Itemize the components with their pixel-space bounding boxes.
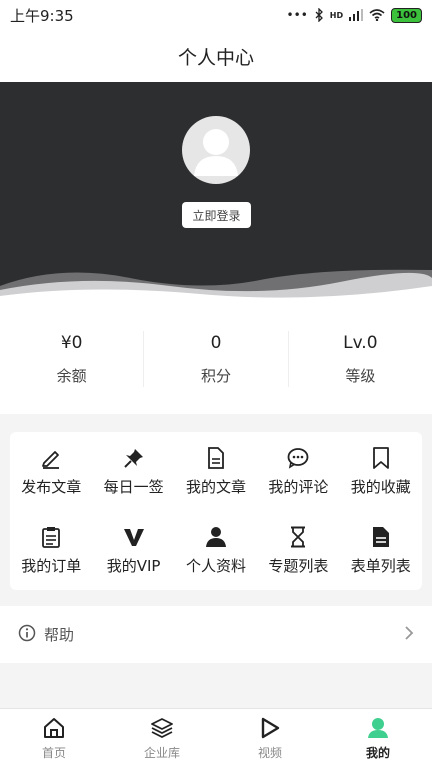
bookmark-icon [369,446,393,470]
stat-value: 0 [210,332,222,353]
menu-item-form-list[interactable]: 表单列表 [340,511,422,590]
tab-label: 我的 [365,746,390,760]
page-title: 个人中心 [177,46,254,69]
stat-value: ¥0 [60,332,83,353]
menu-label: 我的订单 [21,557,82,575]
profile-hero: 立即登录 [0,82,432,304]
menu-label: 发布文章 [21,478,82,496]
menu-label: 每日一签 [103,478,164,496]
menu-item-daily-checkin[interactable]: 每日一签 [92,432,174,511]
battery-indicator: 100 [391,7,422,23]
play-icon [258,716,282,740]
menu-item-my-favorites[interactable]: 我的收藏 [340,432,422,511]
profile-icon [366,716,390,740]
menu-label: 表单列表 [350,557,411,575]
help-label: 帮助 [44,626,75,644]
default-avatar-icon [194,129,238,176]
form-icon [369,525,393,549]
menu-label: 我的评论 [268,478,329,496]
bottom-tab-bar: 首页 企业库 视频 我的 [0,708,432,768]
status-time: 上午9:35 [10,6,74,25]
menu-label: 我的文章 [185,478,246,496]
hourglass-icon [286,525,310,549]
network-type: HD [329,10,344,20]
tab-label: 首页 [41,746,66,760]
menu-item-my-comments[interactable]: 我的评论 [257,432,339,511]
tab-home[interactable]: 首页 [0,709,108,768]
menu-label: 个人资料 [185,557,246,575]
pencil-icon [39,446,63,470]
login-button[interactable]: 立即登录 [182,202,251,228]
tab-mine[interactable]: 我的 [324,709,432,768]
layers-icon [150,716,174,740]
tab-label: 视频 [257,746,282,760]
wifi-icon [369,9,385,21]
bluetooth-icon [315,8,323,22]
feature-menu: 发布文章 每日一签 我的文章 我的评论 我的收藏 我的订单 我的VIP 个人资料… [10,432,422,590]
menu-label: 专题列表 [268,557,329,575]
menu-label: 我的收藏 [350,478,411,496]
menu-item-my-orders[interactable]: 我的订单 [10,511,92,590]
stat-label: 积分 [200,366,231,385]
stat-balance[interactable]: ¥0 余额 [0,331,145,387]
menu-item-publish-article[interactable]: 发布文章 [10,432,92,511]
menu-label: 我的VIP [106,557,161,575]
vip-icon [122,525,146,549]
stat-points[interactable]: 0 积分 [144,331,289,387]
stat-value: Lv.0 [343,332,378,353]
stat-level[interactable]: Lv.0 等级 [289,331,432,387]
document-icon [204,446,228,470]
menu-item-profile[interactable]: 个人资料 [175,511,257,590]
info-icon [18,624,36,646]
menu-item-topic-list[interactable]: 专题列表 [257,511,339,590]
account-stats: ¥0 余额 0 积分 Lv.0 等级 [0,304,432,414]
menu-item-my-vip[interactable]: 我的VIP [92,511,174,590]
chevron-right-icon [404,625,414,645]
clipboard-icon [39,525,63,549]
stat-label: 余额 [56,366,87,385]
avatar[interactable] [182,116,250,184]
menu-item-my-articles[interactable]: 我的文章 [175,432,257,511]
user-icon [204,525,228,549]
status-icons: ••• HD 100 [286,7,422,23]
tab-enterprise[interactable]: 企业库 [108,709,216,768]
home-icon [42,716,66,740]
tab-video[interactable]: 视频 [216,709,324,768]
signal-icon [349,9,364,21]
comment-icon [286,446,310,470]
more-dots-icon: ••• [286,8,308,22]
help-row[interactable]: 帮助 [0,606,432,663]
tab-label: 企业库 [143,746,180,760]
page-header: 个人中心 [0,30,432,82]
wave-decoration [0,269,432,304]
pin-icon [122,446,146,470]
status-bar: 上午9:35 ••• HD 100 [0,0,432,30]
stat-label: 等级 [345,366,376,385]
